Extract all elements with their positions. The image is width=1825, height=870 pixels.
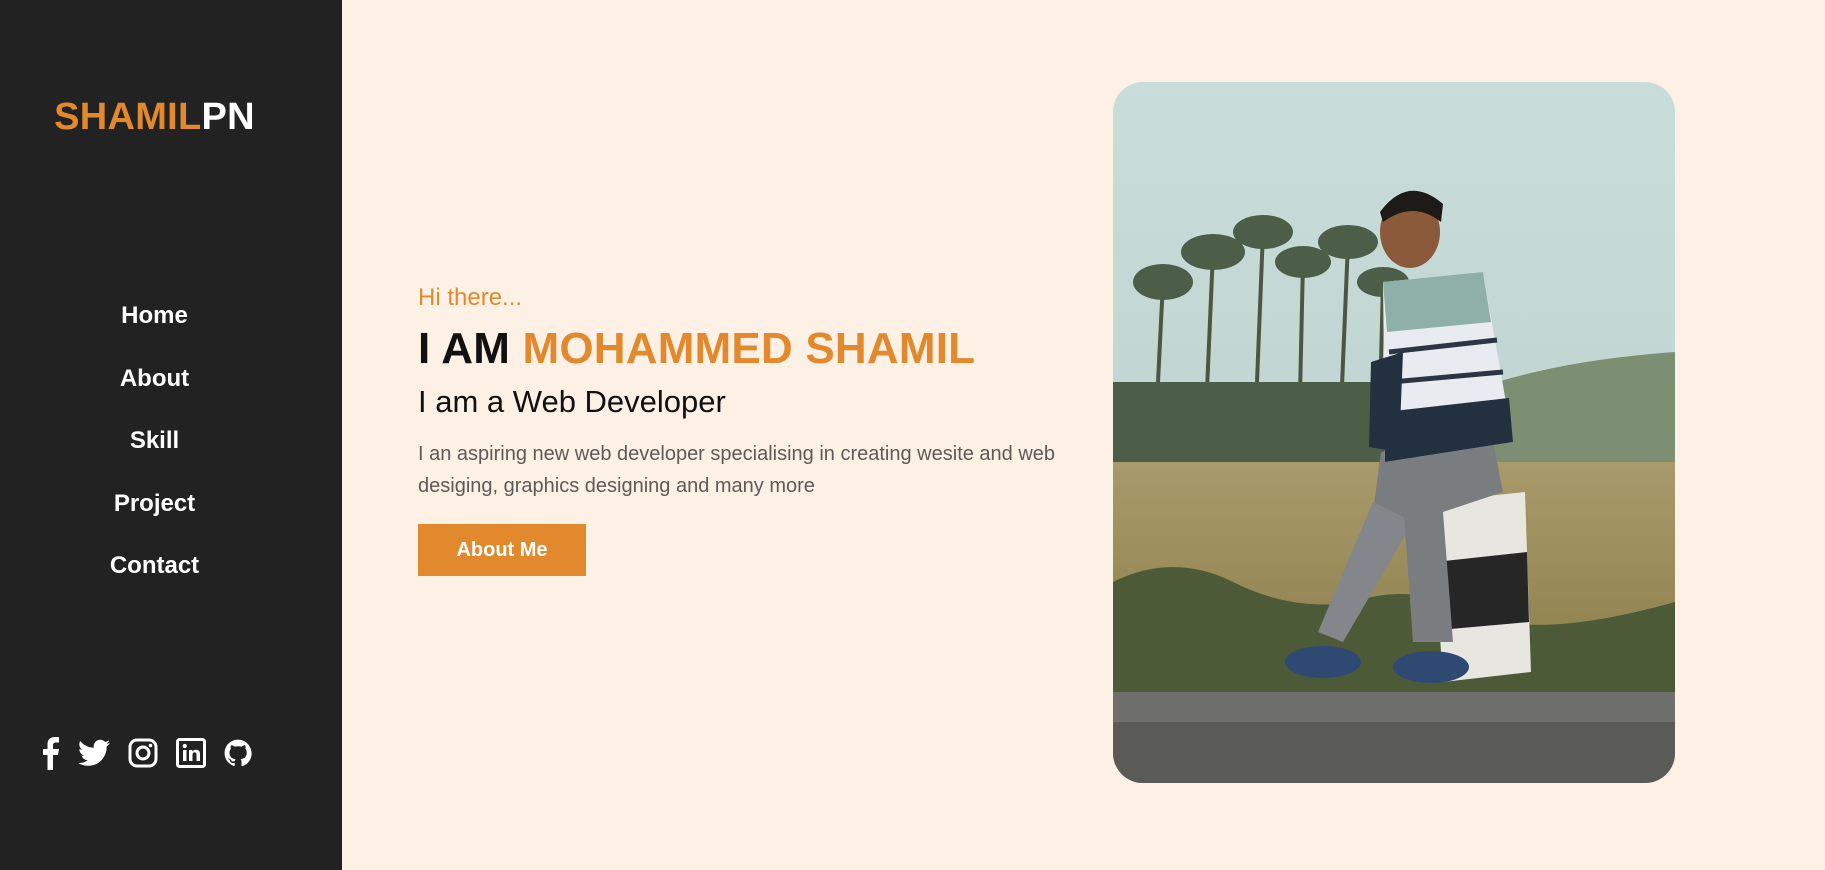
greeting: Hi there... bbox=[418, 284, 523, 311]
instagram-icon[interactable] bbox=[128, 738, 158, 773]
hero-title: I AM MOHAMMED SHAMIL bbox=[418, 324, 1068, 374]
brand-logo-first: SHAMIL bbox=[54, 96, 202, 138]
hero-title-prefix: I AM bbox=[418, 324, 523, 373]
hero-title-name: MOHAMMED SHAMIL bbox=[522, 324, 976, 373]
facebook-icon[interactable] bbox=[40, 736, 60, 775]
nav-item-home[interactable]: Home bbox=[0, 294, 309, 357]
nav-item-about[interactable]: About bbox=[0, 357, 309, 420]
about-me-button[interactable]: About Me bbox=[418, 524, 586, 576]
social-links bbox=[40, 736, 270, 775]
hero-role: I am a Web Developer bbox=[418, 384, 726, 419]
sidebar: SHAMILPN Home About Skill Project Contac… bbox=[0, 0, 342, 870]
hero-content: Hi there... I AM MOHAMMED SHAMIL I am a … bbox=[418, 284, 1068, 576]
linkedin-icon[interactable] bbox=[176, 738, 206, 773]
profile-photo bbox=[1113, 82, 1675, 783]
github-icon[interactable] bbox=[224, 739, 252, 772]
nav-item-skill[interactable]: Skill bbox=[0, 419, 309, 482]
twitter-icon[interactable] bbox=[78, 739, 110, 772]
nav-item-project[interactable]: Project bbox=[0, 482, 309, 545]
nav-item-contact[interactable]: Contact bbox=[0, 544, 309, 607]
main-nav: Home About Skill Project Contact bbox=[0, 294, 309, 607]
brand-logo-second: PN bbox=[201, 96, 255, 138]
brand-logo[interactable]: SHAMILPN bbox=[0, 96, 309, 139]
hero-description: I an aspiring new web developer speciali… bbox=[418, 443, 1056, 497]
